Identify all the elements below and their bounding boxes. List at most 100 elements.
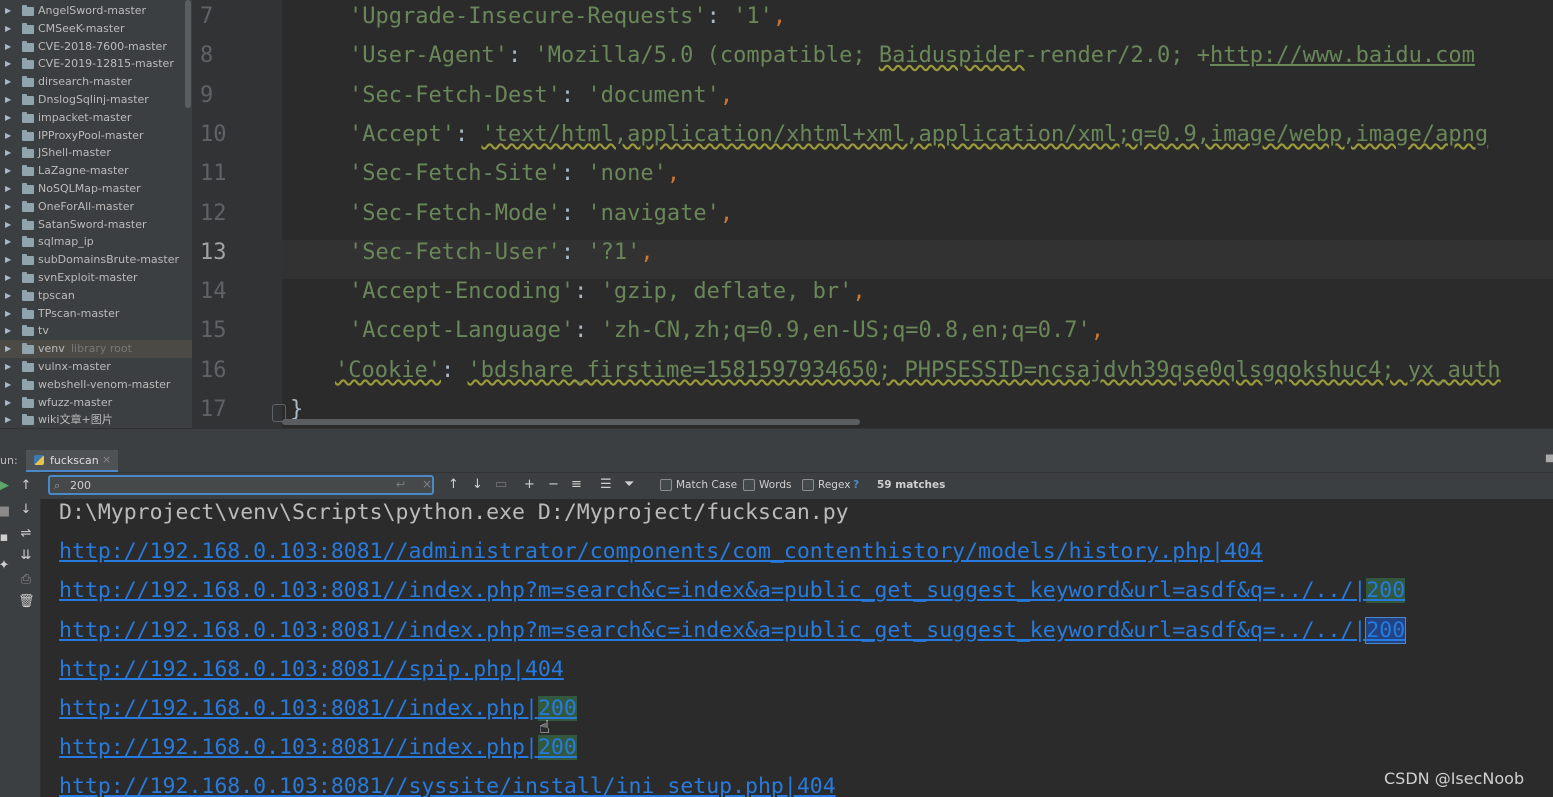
- expand-arrow-icon[interactable]: ▶: [5, 322, 11, 340]
- regex-checkbox[interactable]: [802, 479, 814, 491]
- expand-arrow-icon[interactable]: ▶: [5, 233, 11, 251]
- fold-marker-icon[interactable]: [272, 404, 286, 422]
- tree-item[interactable]: ▶ TPscan-master: [0, 305, 192, 323]
- select-all-matches-icon[interactable]: ≡: [571, 477, 582, 492]
- tree-scrollbar[interactable]: [185, 0, 191, 108]
- expand-arrow-icon[interactable]: ▶: [5, 55, 11, 73]
- console-url-link[interactable]: http://192.168.0.103:8081//index.php|: [59, 696, 538, 721]
- tree-item[interactable]: ▶ tv: [0, 322, 192, 340]
- rerun-icon[interactable]: ▶: [0, 478, 12, 493]
- expand-arrow-icon[interactable]: ▶: [5, 198, 11, 216]
- scroll-down-icon[interactable]: ↓: [18, 502, 34, 517]
- expand-arrow-icon[interactable]: ▶: [5, 411, 11, 429]
- console-line[interactable]: http://192.168.0.103:8081//spip.php|404: [59, 657, 564, 682]
- regex-help-icon[interactable]: ?: [853, 479, 859, 491]
- console-url-link[interactable]: http://192.168.0.103:8081//index.php?m=s…: [59, 618, 1366, 643]
- pin-icon[interactable]: ✦: [0, 558, 12, 573]
- expand-arrow-icon[interactable]: ▶: [5, 91, 11, 109]
- tree-item[interactable]: ▶ JShell-master: [0, 144, 192, 162]
- expand-arrow-icon[interactable]: ▶: [5, 38, 11, 56]
- code-line[interactable]: 'Sec-Fetch-Site': 'none',: [349, 161, 680, 186]
- run-tab-fuckscan[interactable]: fuckscan ×: [26, 450, 118, 472]
- expand-arrow-icon[interactable]: ▶: [5, 287, 11, 305]
- panel-options-icon[interactable]: ■: [1545, 453, 1553, 464]
- panel-divider[interactable]: [0, 428, 1553, 451]
- tree-item[interactable]: ▶ impacket-master: [0, 109, 192, 127]
- tree-item[interactable]: ▶ wfuzz-master: [0, 394, 192, 412]
- show-filter-icon[interactable]: ☰: [600, 477, 612, 492]
- tree-item[interactable]: ▶ dirsearch-master: [0, 73, 192, 91]
- tree-item[interactable]: ▶ vulnx-master: [0, 358, 192, 376]
- search-match-selected[interactable]: 200: [1365, 616, 1407, 644]
- expand-arrow-icon[interactable]: ▶: [5, 340, 11, 358]
- code-line[interactable]: 'User-Agent': 'Mozilla/5.0 (compatible; …: [349, 43, 1475, 68]
- expand-arrow-icon[interactable]: ▶: [5, 20, 11, 38]
- console-line[interactable]: http://192.168.0.103:8081//administrator…: [59, 539, 1263, 564]
- console-line[interactable]: http://192.168.0.103:8081//syssite/insta…: [59, 774, 836, 797]
- next-occurrence-icon[interactable]: ↓: [472, 477, 483, 492]
- console-url-link[interactable]: http://192.168.0.103:8081//syssite/insta…: [59, 774, 836, 797]
- search-match[interactable]: 200: [537, 735, 577, 761]
- expand-arrow-icon[interactable]: ▶: [5, 2, 11, 20]
- code-line[interactable]: 'Sec-Fetch-Mode': 'navigate',: [349, 201, 733, 226]
- console-line[interactable]: http://192.168.0.103:8081//index.php?m=s…: [59, 616, 1407, 644]
- tree-item[interactable]: ▶ IPProxyPool-master: [0, 127, 192, 145]
- code-line[interactable]: 'Upgrade-Insecure-Requests': '1',: [349, 4, 786, 29]
- close-tab-icon[interactable]: ×: [102, 453, 111, 466]
- match-case-checkbox[interactable]: [660, 479, 672, 491]
- tree-item[interactable]: ▶ venv library root: [0, 340, 192, 359]
- expand-arrow-icon[interactable]: ▶: [5, 73, 11, 91]
- console-url-link[interactable]: http://192.168.0.103:8081//index.php|: [59, 735, 538, 760]
- tree-item[interactable]: ▶ OneForAll-master: [0, 198, 192, 216]
- expand-arrow-icon[interactable]: ▶: [5, 394, 11, 412]
- expand-arrow-icon[interactable]: ▶: [5, 127, 11, 145]
- filter-icon[interactable]: ⏷: [624, 477, 634, 492]
- console-line[interactable]: http://192.168.0.103:8081//index.php|200: [59, 696, 577, 721]
- words-checkbox[interactable]: [743, 479, 755, 491]
- expand-arrow-icon[interactable]: ▶: [5, 216, 11, 234]
- new-line-icon[interactable]: ↩: [396, 478, 405, 491]
- scroll-to-end-icon[interactable]: ⇊: [18, 548, 34, 563]
- run-console-output[interactable]: D:\Myproject\venv\Scripts\python.exe D:/…: [41, 499, 1553, 797]
- expand-arrow-icon[interactable]: ▶: [5, 162, 11, 180]
- tree-item[interactable]: ▶ CMSeeK-master: [0, 20, 192, 38]
- expand-arrow-icon[interactable]: ▶: [5, 109, 11, 127]
- expand-arrow-icon[interactable]: ▶: [5, 269, 11, 287]
- tree-item[interactable]: ▶ sqlmap_ip: [0, 233, 192, 251]
- tree-item[interactable]: ▶ tpscan: [0, 287, 192, 305]
- expand-arrow-icon[interactable]: ▶: [5, 305, 11, 323]
- tree-item[interactable]: ▶ LaZagne-master: [0, 162, 192, 180]
- expand-arrow-icon[interactable]: ▶: [5, 144, 11, 162]
- tree-item[interactable]: ▶ webshell-venom-master: [0, 376, 192, 394]
- code-line[interactable]: 'Accept-Encoding': 'gzip, deflate, br',: [349, 279, 866, 304]
- soft-wrap-icon[interactable]: ⇌: [18, 526, 34, 541]
- clear-all-icon[interactable]: 🗑: [18, 594, 35, 609]
- code-line[interactable]: 'Sec-Fetch-User': '?1',: [349, 240, 654, 265]
- remove-occurrence-icon[interactable]: −: [548, 477, 559, 492]
- editor-horizontal-scrollbar[interactable]: [282, 419, 860, 425]
- tree-item[interactable]: ▶ subDomainsBrute-master: [0, 251, 192, 269]
- search-input[interactable]: [70, 477, 390, 493]
- select-all-occurrences-icon[interactable]: ▭: [495, 477, 507, 492]
- tree-item[interactable]: ▶ CVE-2018-7600-master: [0, 38, 192, 56]
- tree-item[interactable]: ▶ AngelSword-master: [0, 2, 192, 20]
- expand-arrow-icon[interactable]: ▶: [5, 180, 11, 198]
- tree-item[interactable]: ▶ wiki文章+图片: [0, 411, 192, 429]
- add-occurrence-icon[interactable]: +: [524, 477, 535, 492]
- expand-arrow-icon[interactable]: ▶: [5, 251, 11, 269]
- expand-arrow-icon[interactable]: ▶: [5, 376, 11, 394]
- print-icon[interactable]: ⎙: [18, 572, 34, 587]
- expand-arrow-icon[interactable]: ▶: [5, 358, 11, 376]
- clear-search-icon[interactable]: ×: [422, 477, 432, 491]
- layout-icon[interactable]: ▪: [0, 530, 12, 545]
- scroll-up-icon[interactable]: ↑: [18, 478, 34, 493]
- tree-item[interactable]: ▶ SatanSword-master: [0, 216, 192, 234]
- code-line[interactable]: 'Sec-Fetch-Dest': 'document',: [349, 83, 733, 108]
- console-line[interactable]: http://192.168.0.103:8081//index.php|200: [59, 735, 577, 761]
- search-field[interactable]: ⌕ ↩ ×: [48, 475, 434, 495]
- code-line[interactable]: 'Accept': 'text/html,application/xhtml+x…: [349, 122, 1488, 147]
- tree-item[interactable]: ▶ DnslogSqlinj-master: [0, 91, 192, 109]
- console-line[interactable]: http://192.168.0.103:8081//index.php?m=s…: [59, 578, 1406, 604]
- tree-item[interactable]: ▶ CVE-2019-12815-master: [0, 55, 192, 73]
- search-match[interactable]: 200: [1366, 578, 1406, 604]
